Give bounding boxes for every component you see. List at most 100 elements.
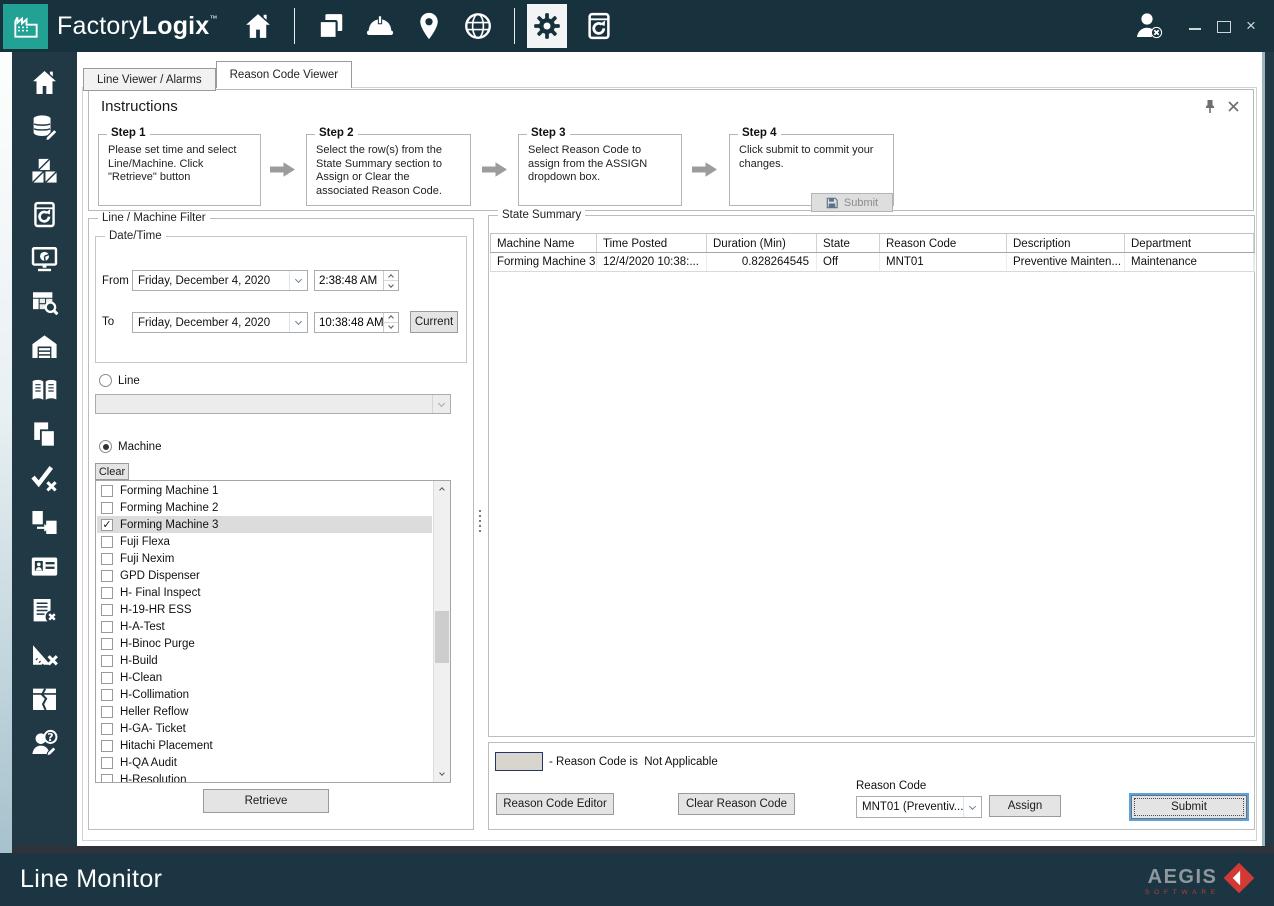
machine-checkbox[interactable]	[101, 621, 113, 633]
machine-list-item[interactable]: H- Final Inspect	[97, 584, 432, 601]
to-date-combobox[interactable]: Friday, December 4, 2020	[132, 312, 308, 333]
reason-code-combobox[interactable]: MNT01 (Preventiv...	[856, 796, 982, 818]
chevron-down-icon[interactable]	[963, 797, 981, 817]
spin-up-icon[interactable]	[384, 271, 398, 281]
current-button[interactable]: Current	[410, 311, 458, 333]
sidebar-open-book-icon[interactable]	[29, 375, 61, 405]
assign-button[interactable]: Assign	[989, 795, 1061, 817]
spin-down-icon[interactable]	[384, 281, 398, 290]
map-pin-icon[interactable]	[413, 10, 445, 42]
machine-list-item[interactable]: Forming Machine 2	[97, 499, 432, 516]
machine-list-item[interactable]: Heller Reflow	[97, 703, 432, 720]
sidebar-pallet-boxes-icon[interactable]	[29, 155, 61, 185]
machine-checkbox[interactable]	[101, 638, 113, 650]
column-header[interactable]: Duration (Min)	[707, 234, 817, 252]
chevron-down-icon[interactable]	[289, 271, 307, 290]
machine-checkbox[interactable]	[101, 706, 113, 718]
column-header[interactable]: Machine Name	[491, 234, 597, 252]
machine-radio[interactable]	[99, 440, 112, 453]
sidebar-package-damaged-icon[interactable]	[29, 683, 61, 713]
sidebar-copy-documents-icon[interactable]	[29, 419, 61, 449]
sidebar-monitor-dashboard-icon[interactable]	[29, 243, 61, 273]
line-combobox-disabled[interactable]	[95, 394, 451, 414]
machine-list-item[interactable]: H-Clean	[97, 669, 432, 686]
close-button[interactable]: ×	[1244, 20, 1258, 32]
machine-checkbox[interactable]	[101, 672, 113, 684]
machine-checkbox[interactable]	[101, 723, 113, 735]
scroll-up-icon[interactable]	[434, 481, 450, 497]
column-header[interactable]: Reason Code	[880, 234, 1007, 252]
machine-list-item[interactable]: H-Build	[97, 652, 432, 669]
machine-checkbox[interactable]	[101, 740, 113, 752]
machine-list-item[interactable]: H-Binoc Purge	[97, 635, 432, 652]
machine-checkbox[interactable]	[101, 604, 113, 616]
minimize-button[interactable]	[1188, 20, 1202, 32]
column-header[interactable]: Department	[1125, 234, 1254, 252]
machine-list-item[interactable]: GPD Dispenser	[97, 567, 432, 584]
machine-checkbox[interactable]: ✓	[101, 519, 113, 531]
column-header[interactable]: Time Posted	[597, 234, 707, 252]
maximize-button[interactable]	[1216, 20, 1230, 32]
machine-checkbox[interactable]	[101, 570, 113, 582]
sidebar-operator-question-icon[interactable]: ?	[29, 727, 61, 757]
column-header[interactable]: State	[817, 234, 880, 252]
sidebar-verify-check-icon[interactable]	[29, 463, 61, 493]
sidebar-database-edit-icon[interactable]	[29, 111, 61, 141]
sidebar-device-restore-icon[interactable]	[29, 199, 61, 229]
line-radio[interactable]	[99, 374, 112, 387]
tab-line-viewer-alarms[interactable]: Line Viewer / Alarms	[83, 68, 216, 91]
machine-list-item[interactable]: H-A-Test	[97, 618, 432, 635]
globe-web-icon[interactable]	[462, 10, 494, 42]
clear-reason-code-button[interactable]: Clear Reason Code	[678, 793, 795, 815]
machine-checkbox[interactable]	[101, 485, 113, 497]
machine-checkbox[interactable]	[101, 689, 113, 701]
spin-up-icon[interactable]	[384, 313, 398, 323]
sidebar-measure-remove-icon[interactable]	[29, 639, 61, 669]
home-icon[interactable]	[242, 10, 274, 42]
machine-list-item[interactable]: Fuji Flexa	[97, 533, 432, 550]
machine-checkbox[interactable]	[101, 536, 113, 548]
to-time-spinner[interactable]: 10:38:48 AM	[314, 312, 399, 333]
reason-code-editor-button[interactable]: Reason Code Editor	[496, 793, 614, 815]
sidebar-warehouse-icon[interactable]	[29, 331, 61, 361]
machine-list-item[interactable]: ✓Forming Machine 3	[97, 516, 432, 533]
chevron-down-icon[interactable]	[289, 313, 307, 332]
panel-splitter[interactable]	[478, 510, 482, 532]
sidebar-list-remove-icon[interactable]	[29, 595, 61, 625]
machine-list-item[interactable]: Hitachi Placement	[97, 737, 432, 754]
from-date-combobox[interactable]: Friday, December 4, 2020	[132, 270, 308, 291]
machine-list-item[interactable]: H-GA- Ticket	[97, 720, 432, 737]
machine-list-scrollbar[interactable]	[433, 481, 450, 782]
user-logout-icon[interactable]	[1132, 10, 1166, 42]
machine-radio-row[interactable]: Machine	[99, 440, 161, 453]
close-panel-icon[interactable]	[1228, 101, 1239, 112]
hard-hat-icon[interactable]	[364, 10, 396, 42]
machine-list-item[interactable]: H-Collimation	[97, 686, 432, 703]
machine-checkbox[interactable]	[101, 502, 113, 514]
spin-down-icon[interactable]	[384, 323, 398, 332]
submit-button[interactable]: Submit	[1131, 795, 1247, 819]
sidebar-table-search-icon[interactable]	[29, 287, 61, 317]
machine-list-item[interactable]: H-QA Audit	[97, 754, 432, 771]
settings-gear-icon[interactable]	[527, 4, 567, 48]
tab-reason-code-viewer[interactable]: Reason Code Viewer	[216, 61, 352, 88]
sidebar-home-icon[interactable]	[29, 67, 61, 97]
clear-button[interactable]: Clear	[95, 463, 129, 480]
column-header[interactable]: Description	[1007, 234, 1125, 252]
machine-checkbox[interactable]	[101, 757, 113, 769]
from-time-spinner[interactable]: 2:38:48 AM	[314, 270, 399, 291]
line-radio-row[interactable]: Line	[99, 374, 140, 387]
machine-list-item[interactable]: Fuji Nexim	[97, 550, 432, 567]
copy-layers-icon[interactable]	[315, 10, 347, 42]
table-row[interactable]: Forming Machine 312/4/2020 10:38:...0.82…	[490, 253, 1255, 272]
retrieve-button[interactable]: Retrieve	[203, 789, 329, 813]
machine-checkbox[interactable]	[101, 655, 113, 667]
sidebar-id-card-icon[interactable]	[29, 551, 61, 581]
machine-list-item[interactable]: H-19-HR ESS	[97, 601, 432, 618]
machine-checkbox[interactable]	[101, 553, 113, 565]
scroll-down-icon[interactable]	[434, 766, 450, 782]
machine-checkbox[interactable]	[101, 587, 113, 599]
scrollbar-thumb[interactable]	[435, 611, 449, 663]
sidebar-document-transfer-icon[interactable]	[29, 507, 61, 537]
pin-icon[interactable]	[1204, 99, 1216, 114]
